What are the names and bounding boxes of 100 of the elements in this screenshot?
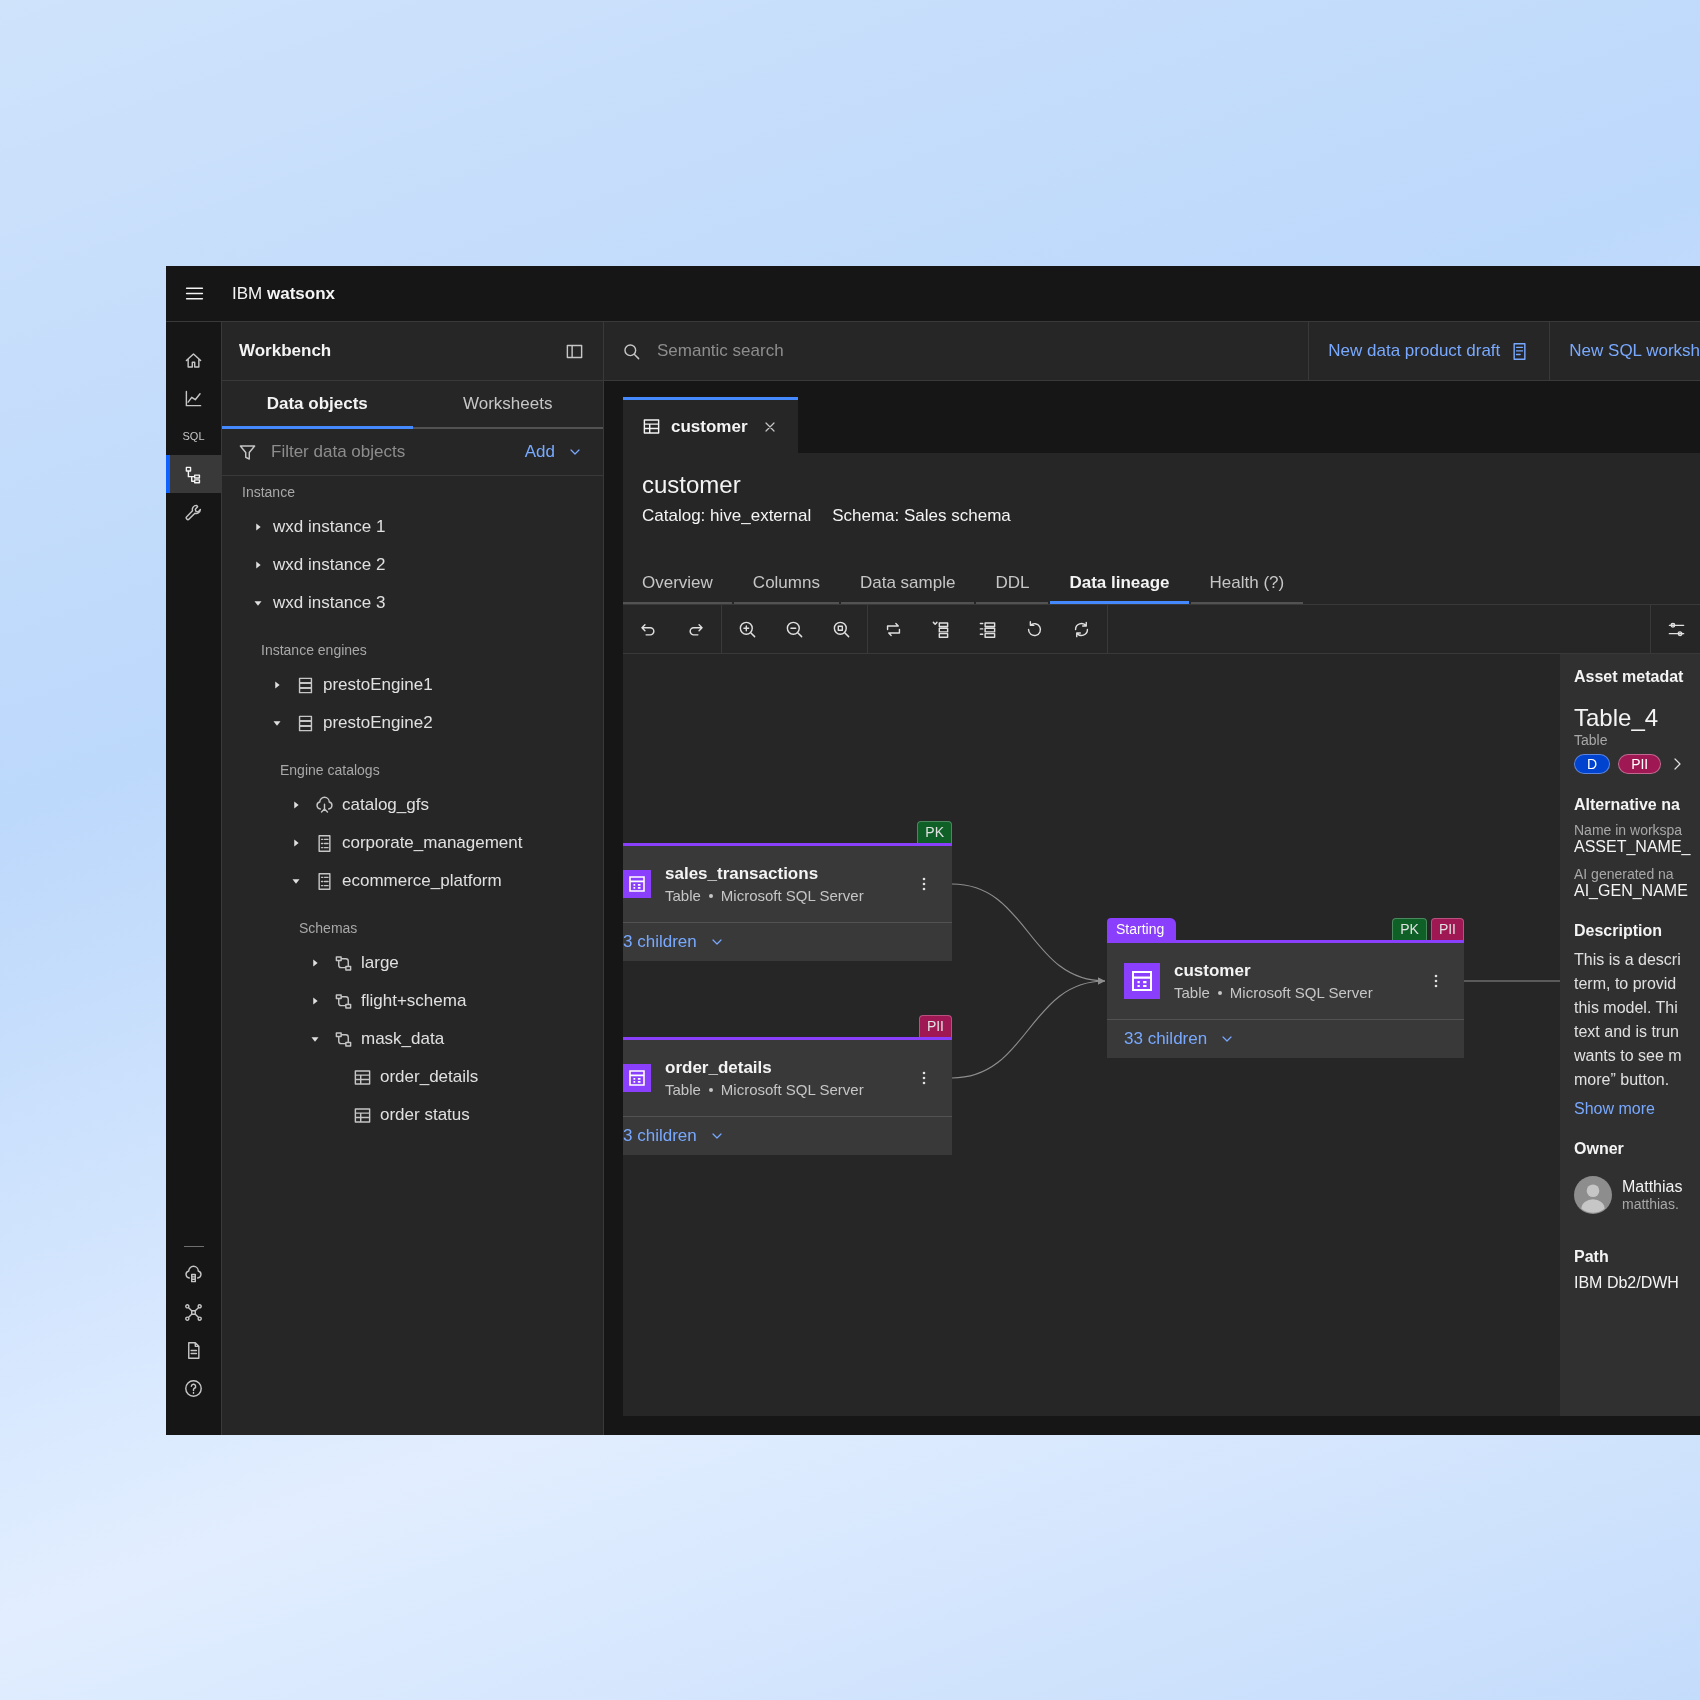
overflow-menu-icon[interactable] (1434, 973, 1438, 989)
tree-item[interactable]: order_details (222, 1058, 603, 1096)
description-text: This is a descri term, to provid this model. Thi text and is trun wants to see m more” button. (1574, 950, 1683, 1090)
server-icon (296, 713, 315, 733)
product-name: IBM watsonx (232, 283, 335, 304)
schema-icon (334, 1029, 353, 1049)
tree-item[interactable]: order status (222, 1096, 603, 1134)
table-icon (1124, 963, 1160, 999)
wrench-icon (184, 502, 203, 522)
path-value: IBM Db2/DWH (1574, 1274, 1680, 1292)
nav-item[interactable]: SQL (166, 417, 221, 455)
filter-field[interactable]: Filter data objects (269, 441, 513, 463)
zoom-out-icon (785, 619, 804, 639)
asset-type: Table (1574, 732, 1609, 748)
lineage-node[interactable]: customer Table Microsoft SQL Server 33 children (1107, 940, 1464, 1058)
node-type: Table (665, 887, 701, 904)
tree-item[interactable]: large (222, 944, 603, 982)
tag: PII (1430, 918, 1464, 940)
tree-item[interactable]: wxd instance 2 (222, 546, 603, 584)
tab[interactable]: Data sample (840, 564, 975, 604)
section-heading: Path (1574, 1248, 1610, 1266)
owner-email: matthias. (1622, 1196, 1680, 1212)
hierarchy-icon (184, 464, 203, 484)
node-type: Table (1174, 984, 1210, 1001)
zoom-fit-icon (832, 619, 851, 639)
tab[interactable]: Health (?) (1190, 564, 1304, 604)
refresh-icon (1072, 619, 1091, 639)
tree-item[interactable]: ecommerce_platform (222, 862, 603, 900)
reset-icon (1025, 619, 1044, 639)
cloud-database-icon (184, 1264, 203, 1284)
filter-icon (238, 442, 257, 462)
schema-icon (334, 953, 353, 973)
section-heading: Description (1574, 922, 1663, 940)
section-label: Schemas (298, 919, 359, 938)
tree-item[interactable]: wxd instance 3 (222, 584, 603, 622)
nav-item[interactable] (166, 455, 221, 493)
catalog-icon (315, 871, 334, 891)
tag: D (1574, 754, 1611, 774)
node-source: Microsoft SQL Server (720, 887, 864, 904)
node-title: sales_transactions (665, 864, 820, 884)
tab[interactable]: Columns (733, 564, 839, 604)
section-heading: Alternative na (1574, 796, 1681, 814)
field-label: AI generated na (1574, 866, 1675, 882)
action-link[interactable]: New SQL worksh (1549, 322, 1700, 380)
tab[interactable]: Data objects (222, 381, 413, 429)
home-icon (184, 350, 203, 370)
tree-item[interactable]: prestoEngine2 (222, 704, 603, 742)
tree-item[interactable]: flight+schema (222, 982, 603, 1020)
add-button[interactable]: Add (524, 442, 583, 462)
action-link[interactable]: New data product draft (1308, 322, 1550, 380)
field-value: AI_GEN_NAME (1574, 882, 1689, 900)
tree-item[interactable]: wxd instance 1 (222, 508, 603, 546)
tree-item[interactable]: mask_data (222, 1020, 603, 1058)
avatar (1574, 1176, 1612, 1214)
search-icon (622, 341, 641, 361)
tab[interactable]: DDL (976, 564, 1049, 604)
start-flag: Starting (1107, 918, 1177, 940)
panel-title: Workbench (239, 341, 332, 361)
tag: PII (918, 1015, 952, 1037)
overflow-menu-icon[interactable] (922, 1070, 926, 1086)
section-label: Instance (241, 483, 296, 502)
tab[interactable]: Data lineage (1050, 564, 1189, 604)
tag: PK (1392, 918, 1427, 940)
section-heading: Owner (1574, 1140, 1625, 1158)
lineage-node[interactable]: order_details Table Microsoft SQL Server 3 children (623, 1037, 952, 1155)
show-more-link[interactable]: Show more (1574, 1100, 1655, 1118)
children-toggle[interactable]: 33 children (1124, 1029, 1236, 1049)
tree-item[interactable]: catalog_gfs (222, 786, 603, 824)
lineage-node[interactable]: sales_transactions Table Microsoft SQL Server 3 children (623, 843, 952, 961)
tab[interactable]: Overview (623, 564, 732, 604)
catalog-icon (315, 833, 334, 853)
document-tab[interactable]: customer (623, 397, 798, 453)
help-icon (184, 1378, 203, 1398)
tag: PII (1618, 754, 1662, 774)
chart-icon (184, 388, 203, 408)
overflow-menu-icon[interactable] (922, 876, 926, 892)
server-icon (296, 675, 315, 695)
tag: PK (917, 821, 952, 843)
field-label: Name in workspa (1574, 822, 1684, 838)
list-icon (978, 619, 997, 639)
node-source: Microsoft SQL Server (720, 1081, 864, 1098)
align-top-icon (931, 619, 950, 639)
section-label: Engine catalogs (279, 761, 381, 780)
table-icon (353, 1105, 372, 1125)
asset-name: Table_4 (1574, 704, 1660, 732)
node-source: Microsoft SQL Server (1229, 984, 1373, 1001)
children-toggle[interactable]: 3 children (623, 1126, 725, 1146)
network-icon (184, 1302, 203, 1322)
node-type: Table (665, 1081, 701, 1098)
tab[interactable]: Worksheets (412, 381, 603, 429)
tree-item[interactable]: prestoEngine1 (222, 666, 603, 704)
zoom-in-icon (738, 619, 757, 639)
children-toggle[interactable]: 3 children (623, 932, 725, 952)
tree-item[interactable]: corporate_management (222, 824, 603, 862)
field-value: ASSET_NAME_ (1574, 838, 1692, 856)
table-icon (642, 417, 661, 436)
search-field[interactable]: Semantic search (655, 340, 1309, 362)
section-label: Instance engines (260, 641, 368, 660)
catalog-label: Catalog: hive_external (642, 505, 812, 526)
node-title: order_details (665, 1058, 773, 1078)
